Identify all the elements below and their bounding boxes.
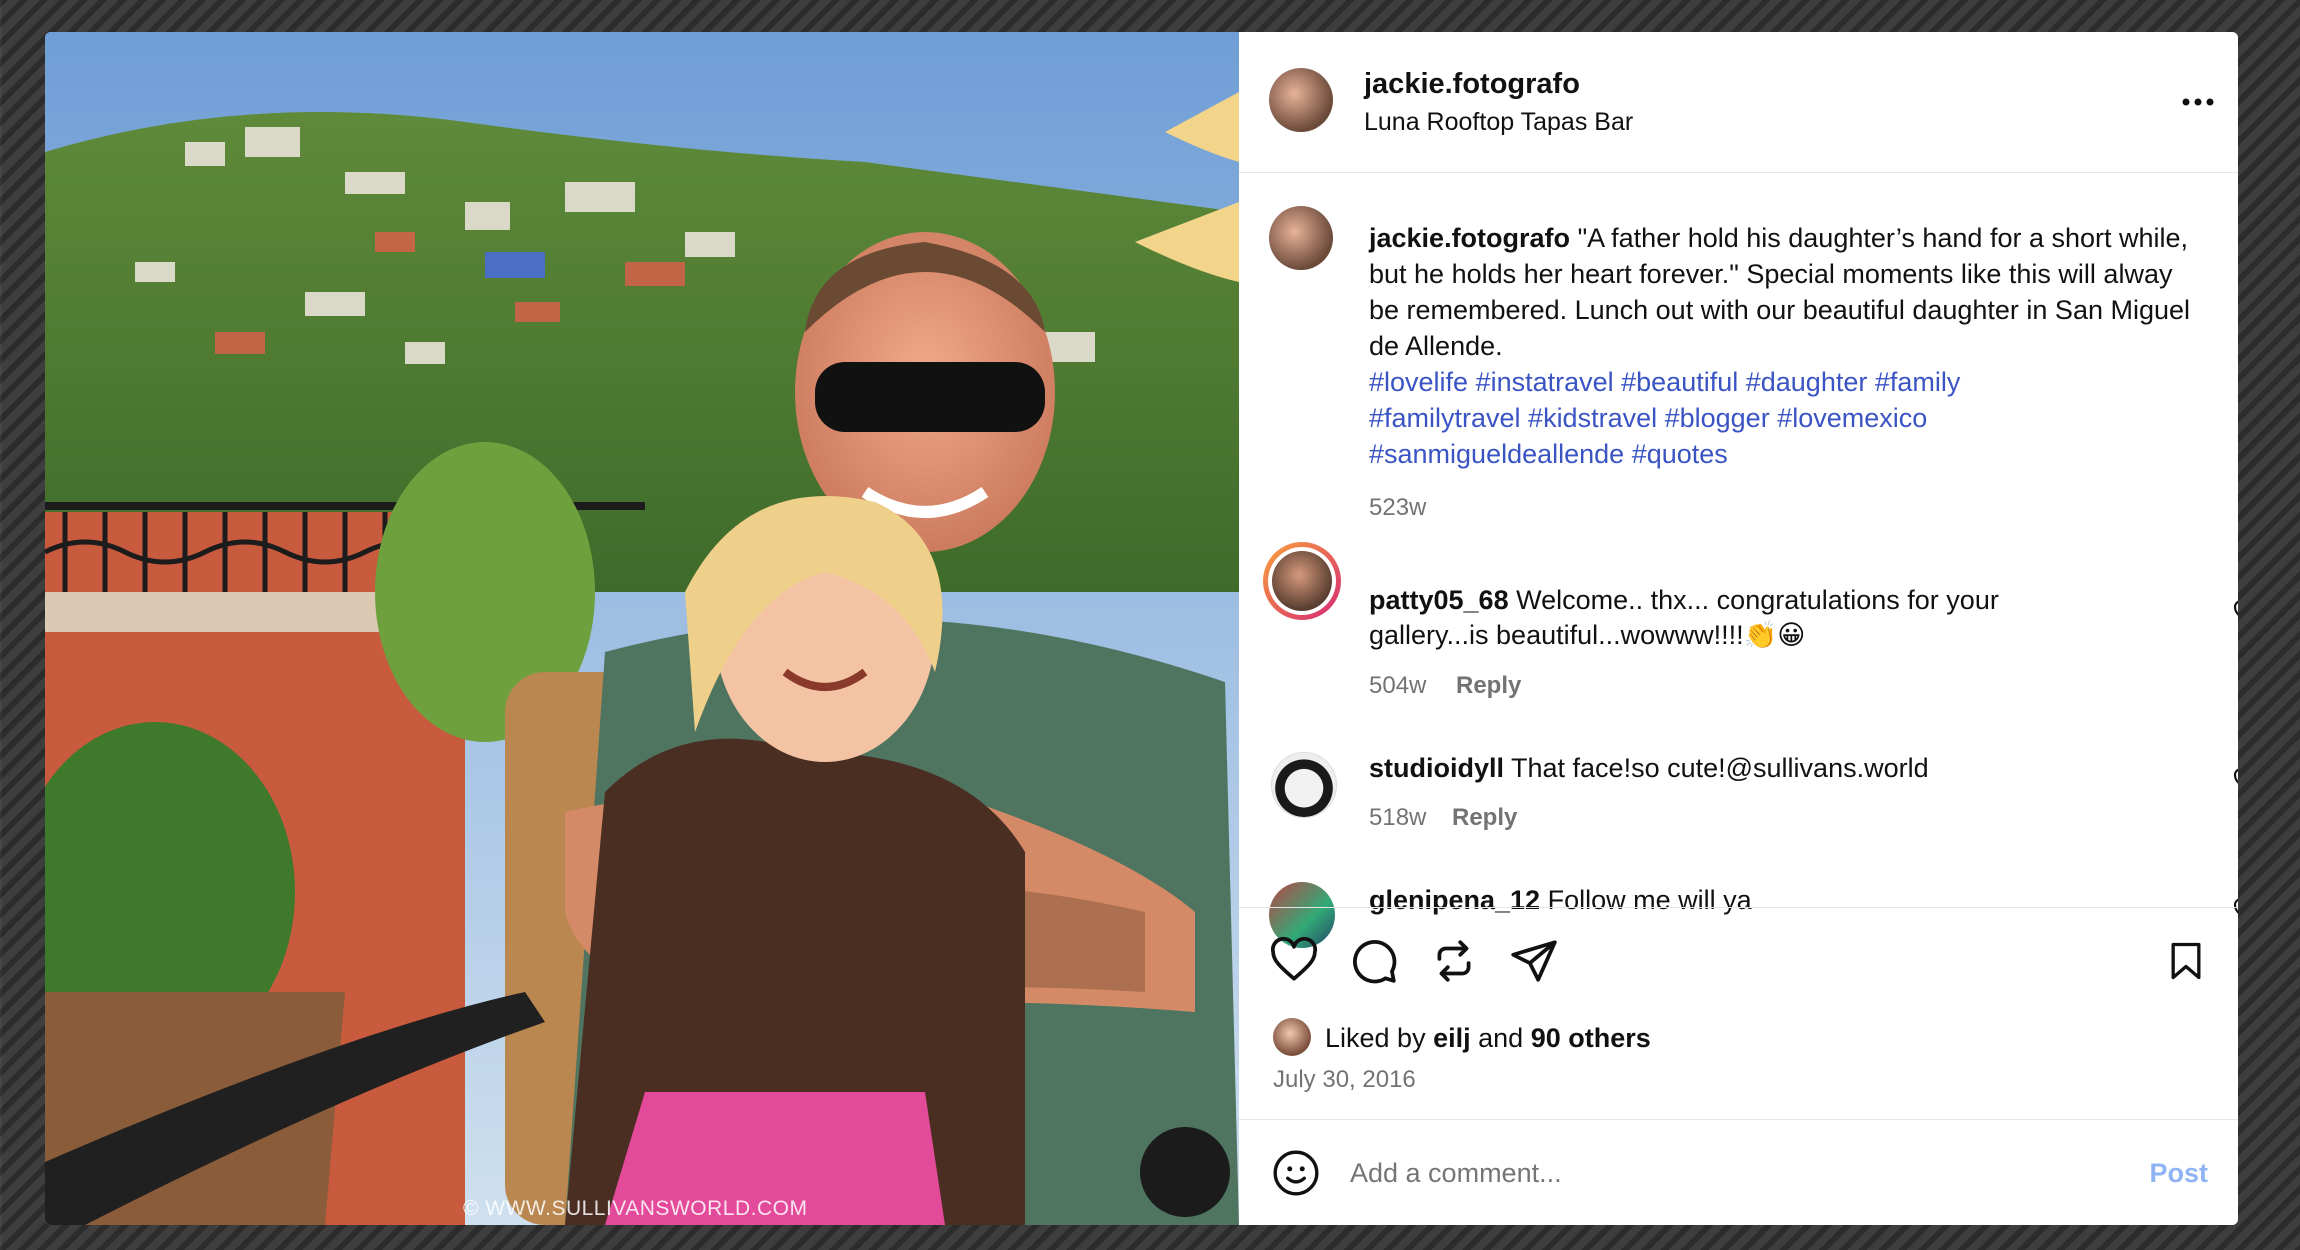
- comment-age: 504w: [1369, 672, 1427, 699]
- emoji-icon[interactable]: [1271, 1148, 1321, 1198]
- post-header: jackie.fotografo Luna Rooftop Tapas Bar: [1239, 32, 2238, 173]
- comment-text: patty05_68 Welcome.. thx... congratulati…: [1369, 585, 1999, 615]
- comment-input[interactable]: [1350, 1158, 2050, 1189]
- post-date: July 30, 2016: [1273, 1066, 1416, 1093]
- reply-button[interactable]: Reply: [1456, 668, 1521, 704]
- photo-watermark: © WWW.SULLIVANSWORLD.COM: [463, 1197, 808, 1220]
- like-heart-icon[interactable]: [1269, 936, 1319, 986]
- reply-button[interactable]: Reply: [1452, 800, 1517, 836]
- more-horizontal-icon[interactable]: [2180, 90, 2216, 114]
- comment-bubble-icon[interactable]: [1349, 936, 1399, 986]
- caption-hashtags-1[interactable]: #lovelife #instatravel #beautiful #daugh…: [1369, 364, 1960, 400]
- caption: jackie.fotografo "A father hold his daug…: [1369, 220, 2199, 364]
- post-location[interactable]: Luna Rooftop Tapas Bar: [1364, 104, 1633, 140]
- liked-by[interactable]: Liked by eilj and 90 others: [1325, 1020, 1651, 1056]
- caption-age: 523w: [1369, 494, 1427, 521]
- comment-age: 518w: [1369, 804, 1427, 831]
- repost-icon[interactable]: [1429, 936, 1479, 986]
- add-comment-row: Post: [1239, 1119, 2238, 1225]
- bookmark-icon[interactable]: [2164, 936, 2208, 986]
- comment-like-heart-icon[interactable]: [2233, 600, 2238, 626]
- caption-hashtags-3[interactable]: #sanmigueldeallende #quotes: [1369, 436, 1728, 472]
- post-comment-button[interactable]: Post: [2149, 1158, 2208, 1189]
- caption-avatar[interactable]: [1269, 206, 1333, 270]
- commenter-avatar[interactable]: [1263, 542, 1341, 620]
- post-side-panel: jackie.fotografo Luna Rooftop Tapas Bar …: [1239, 32, 2238, 1225]
- caption-hashtags-2[interactable]: #familytravel #kidstravel #blogger #love…: [1369, 400, 1927, 436]
- post-photo: © WWW.SULLIVANSWORLD.COM: [45, 32, 1239, 1225]
- author-username[interactable]: jackie.fotografo: [1364, 66, 1580, 102]
- commenter-avatar[interactable]: [1271, 752, 1337, 818]
- post-actions: Liked by eilj and 90 others July 30, 201…: [1239, 907, 2238, 1123]
- author-avatar[interactable]: [1269, 68, 1333, 132]
- liked-by-user[interactable]: eilj: [1433, 1023, 1471, 1053]
- caption-username[interactable]: jackie.fotografo: [1369, 223, 1570, 253]
- comment-username[interactable]: studioidyll: [1369, 753, 1504, 783]
- comment-like-heart-icon[interactable]: [2233, 768, 2238, 794]
- comment-text-cont: gallery...is beautiful...wowww!!!!👏😀: [1369, 620, 1806, 650]
- liker-avatar[interactable]: [1273, 1018, 1311, 1056]
- comment-username[interactable]: patty05_68: [1369, 585, 1509, 615]
- share-send-icon[interactable]: [1509, 936, 1559, 986]
- liked-by-others[interactable]: 90 others: [1531, 1023, 1651, 1053]
- comment-text: studioidyll That face!so cute!@sullivans…: [1369, 753, 1929, 783]
- post-modal: © WWW.SULLIVANSWORLD.COM jackie.fotograf…: [45, 32, 2238, 1225]
